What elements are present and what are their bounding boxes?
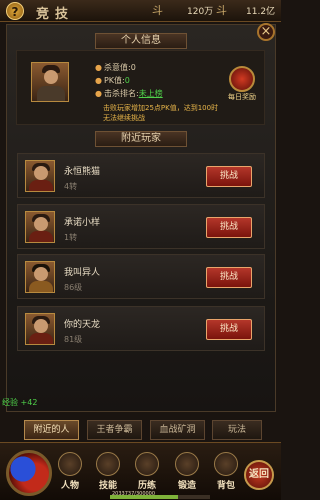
challenge-button[interactable]: 挑战: [206, 319, 252, 340]
tab-king-battle[interactable]: 王者争霸: [87, 420, 142, 440]
daily-reward-icon[interactable]: [229, 66, 255, 92]
player-name: 你的天龙: [64, 320, 101, 330]
player-name: 永恒熊猫: [64, 167, 101, 177]
return-button[interactable]: 返回: [244, 460, 274, 490]
challenge-button[interactable]: 挑战: [206, 166, 252, 187]
rank-line: ● 击杀排名:未上榜: [95, 89, 163, 98]
player-level: 81级: [64, 335, 83, 344]
pk-value: 0: [124, 76, 130, 85]
menu-character-label: 人物: [60, 481, 79, 491]
page-title: 竞技: [36, 7, 75, 22]
player-name: 承诺小样: [64, 218, 101, 228]
training-icon: [135, 452, 159, 476]
player-level: 1转: [64, 233, 78, 242]
tab-nearby[interactable]: 附近的人: [24, 420, 79, 440]
challenge-button[interactable]: 挑战: [206, 217, 252, 238]
player-row: 你的天龙 81级 挑战: [17, 306, 265, 351]
exp-text: 2033737/300000: [112, 491, 156, 497]
player-avatar: [25, 211, 55, 243]
top-bar: ? 竞技 斗 120万 斗 11.2亿: [0, 0, 281, 22]
menu-training[interactable]: 历练: [132, 452, 162, 494]
menu-forge-label: 锻造: [177, 481, 196, 491]
player-avatar: [25, 313, 55, 345]
kill-intent-value: 0: [130, 63, 136, 72]
kill-intent-label: 杀意值:: [103, 63, 131, 72]
menu-bag[interactable]: 背包: [211, 452, 241, 494]
system-log: 经验 +42: [2, 398, 38, 407]
close-button[interactable]: ×: [257, 23, 275, 41]
player-avatar: [31, 62, 69, 102]
menu-training-label: 历练: [137, 481, 156, 491]
pk-line: ● PK值:0: [95, 76, 130, 85]
nearby-players-title: 附近玩家: [95, 131, 187, 147]
help-button[interactable]: ?: [6, 2, 24, 20]
tab-blood-mine[interactable]: 血战矿洞: [150, 420, 205, 440]
pk-label: PK值:: [103, 76, 125, 85]
player-avatar: [25, 160, 55, 192]
currency-amount: 120万: [187, 7, 214, 17]
player-name: 我叫异人: [64, 268, 101, 278]
challenge-button[interactable]: 挑战: [206, 267, 252, 288]
player-level: 4转: [64, 182, 78, 191]
menu-skills-label: 技能: [98, 481, 117, 491]
currency-icon: 斗: [152, 4, 163, 17]
player-level: 86级: [64, 283, 83, 292]
gold-amount: 11.2亿: [246, 7, 276, 17]
forge-icon: [175, 452, 199, 476]
daily-reward-label[interactable]: 每日奖励: [222, 92, 262, 102]
character-icon: [58, 452, 82, 476]
menu-forge[interactable]: 锻造: [172, 452, 202, 494]
kill-intent-line: ● 杀意值:0: [95, 63, 136, 72]
bottom-tabs: 附近的人 王者争霸 血战矿洞 玩法: [24, 420, 274, 440]
rank-label: 击杀排名:: [103, 89, 139, 98]
bag-icon: [214, 452, 238, 476]
player-row: 我叫异人 86级 挑战: [17, 254, 265, 299]
menu-bag-label: 背包: [216, 481, 235, 491]
tab-gameplay[interactable]: 玩法: [212, 420, 262, 440]
menu-character[interactable]: 人物: [55, 452, 85, 494]
personal-info-title: 个人信息: [95, 33, 187, 49]
skills-icon: [96, 452, 120, 476]
main-orb-icon[interactable]: [6, 450, 52, 496]
pk-description: 击败玩家增加25点PK值，达到100时无法继续挑战: [103, 104, 219, 122]
rank-value-link[interactable]: 未上榜: [139, 89, 163, 98]
gold-icon: 斗: [216, 4, 227, 17]
player-row: 永恒熊猫 4转 挑战: [17, 153, 265, 198]
menu-skills[interactable]: 技能: [93, 452, 123, 494]
player-avatar: [25, 261, 55, 293]
player-row: 承诺小样 1转 挑战: [17, 204, 265, 249]
